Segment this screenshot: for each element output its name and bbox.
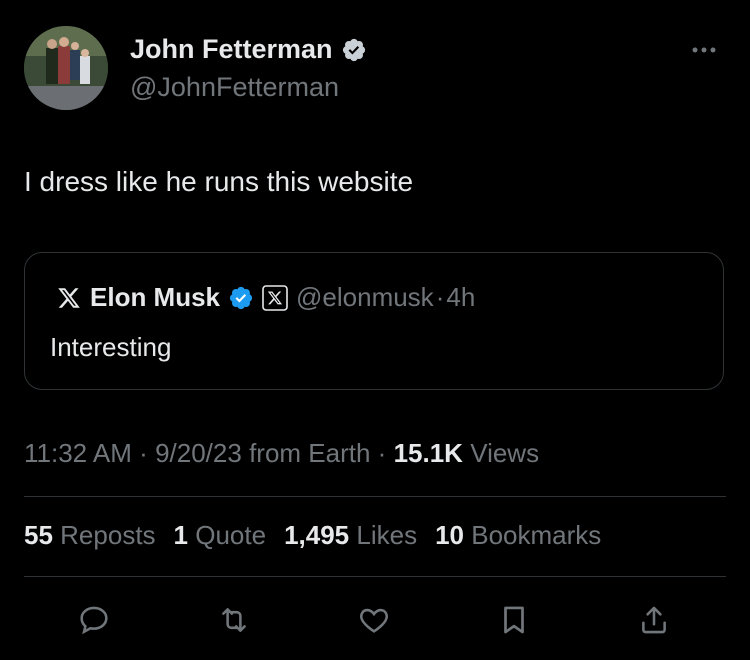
quotes-count: 1 bbox=[173, 520, 189, 550]
reposts-stat[interactable]: 55 Reposts bbox=[24, 520, 156, 551]
reply-icon[interactable] bbox=[72, 598, 116, 642]
post-text: I dress like he runs this website bbox=[24, 166, 414, 197]
views-count[interactable]: 15.1K bbox=[394, 438, 463, 468]
engagement-stats: 55 Reposts 1 Quote 1,495 Likes 10 Bookma… bbox=[24, 520, 601, 551]
x-logo-icon bbox=[56, 286, 82, 310]
bookmarks-count: 10 bbox=[435, 520, 465, 550]
like-icon[interactable] bbox=[352, 598, 396, 642]
divider bbox=[24, 496, 726, 497]
more-options-icon[interactable] bbox=[684, 40, 724, 60]
post-meta: 11:32 AM · 9/20/23 from Earth · 15.1K Vi… bbox=[24, 438, 539, 469]
quoted-post[interactable] bbox=[24, 252, 724, 390]
quoted-author-handle[interactable]: @elonmusk bbox=[296, 282, 434, 313]
author-handle[interactable]: @JohnFetterman bbox=[130, 72, 339, 103]
bookmarks-label: Bookmarks bbox=[471, 520, 602, 550]
post-date[interactable]: 9/20/23 bbox=[155, 438, 242, 468]
quoted-verified-badge-icon bbox=[228, 285, 254, 311]
author-name[interactable]: John Fetterman bbox=[130, 34, 333, 65]
quoted-post-header: Elon Musk @elonmusk · 4h bbox=[56, 282, 475, 313]
share-icon[interactable] bbox=[632, 598, 676, 642]
verified-badge-icon bbox=[341, 37, 367, 63]
post-location: from Earth bbox=[249, 438, 371, 468]
quoted-author-name[interactable]: Elon Musk bbox=[90, 282, 220, 313]
author-name-row[interactable]: John Fetterman bbox=[130, 34, 367, 65]
divider bbox=[24, 576, 726, 577]
likes-count: 1,495 bbox=[284, 520, 350, 550]
likes-label: Likes bbox=[356, 520, 418, 550]
post-time[interactable]: 11:32 AM bbox=[24, 438, 132, 468]
x-affiliate-badge-icon bbox=[262, 284, 288, 311]
quotes-stat[interactable]: 1 Quote bbox=[174, 520, 267, 551]
bookmarks-stat[interactable]: 10 Bookmarks bbox=[435, 520, 601, 551]
bookmark-icon[interactable] bbox=[492, 598, 536, 642]
reposts-label: Reposts bbox=[60, 520, 156, 550]
reposts-count: 55 bbox=[24, 520, 53, 550]
quotes-label: Quote bbox=[195, 520, 267, 550]
meta-separator: · bbox=[139, 438, 148, 468]
likes-stat[interactable]: 1,495 Likes bbox=[284, 520, 417, 551]
quoted-separator: · bbox=[435, 282, 445, 312]
action-bar bbox=[72, 598, 672, 642]
avatar[interactable] bbox=[24, 26, 108, 110]
quoted-post-age: 4h bbox=[446, 282, 476, 312]
views-label[interactable]: Views bbox=[470, 438, 539, 468]
meta-separator: · bbox=[377, 438, 387, 468]
repost-icon[interactable] bbox=[212, 598, 256, 642]
quoted-post-text: Interesting bbox=[50, 332, 172, 362]
